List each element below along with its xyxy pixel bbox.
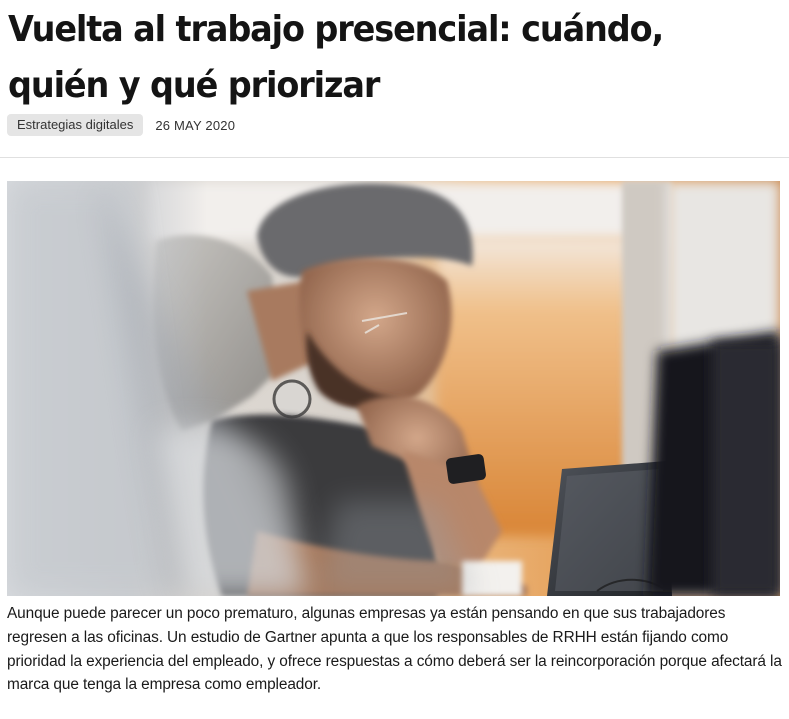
publish-date: 26 MAY 2020 [155, 117, 236, 133]
category-tag[interactable]: Estrategias digitales [7, 114, 144, 136]
article: Vuelta al trabajo presencial: cuándo, qu… [0, 0, 789, 719]
hero-image [7, 181, 780, 596]
hero-photo-illustration [7, 181, 780, 596]
article-title: Vuelta al trabajo presencial: cuándo, qu… [8, 9, 664, 106]
header-divider [0, 157, 789, 158]
article-meta: Estrategias digitales 26 MAY 2020 [7, 114, 235, 136]
article-intro: Aunque puede parecer un poco prematuro, … [7, 605, 782, 694]
